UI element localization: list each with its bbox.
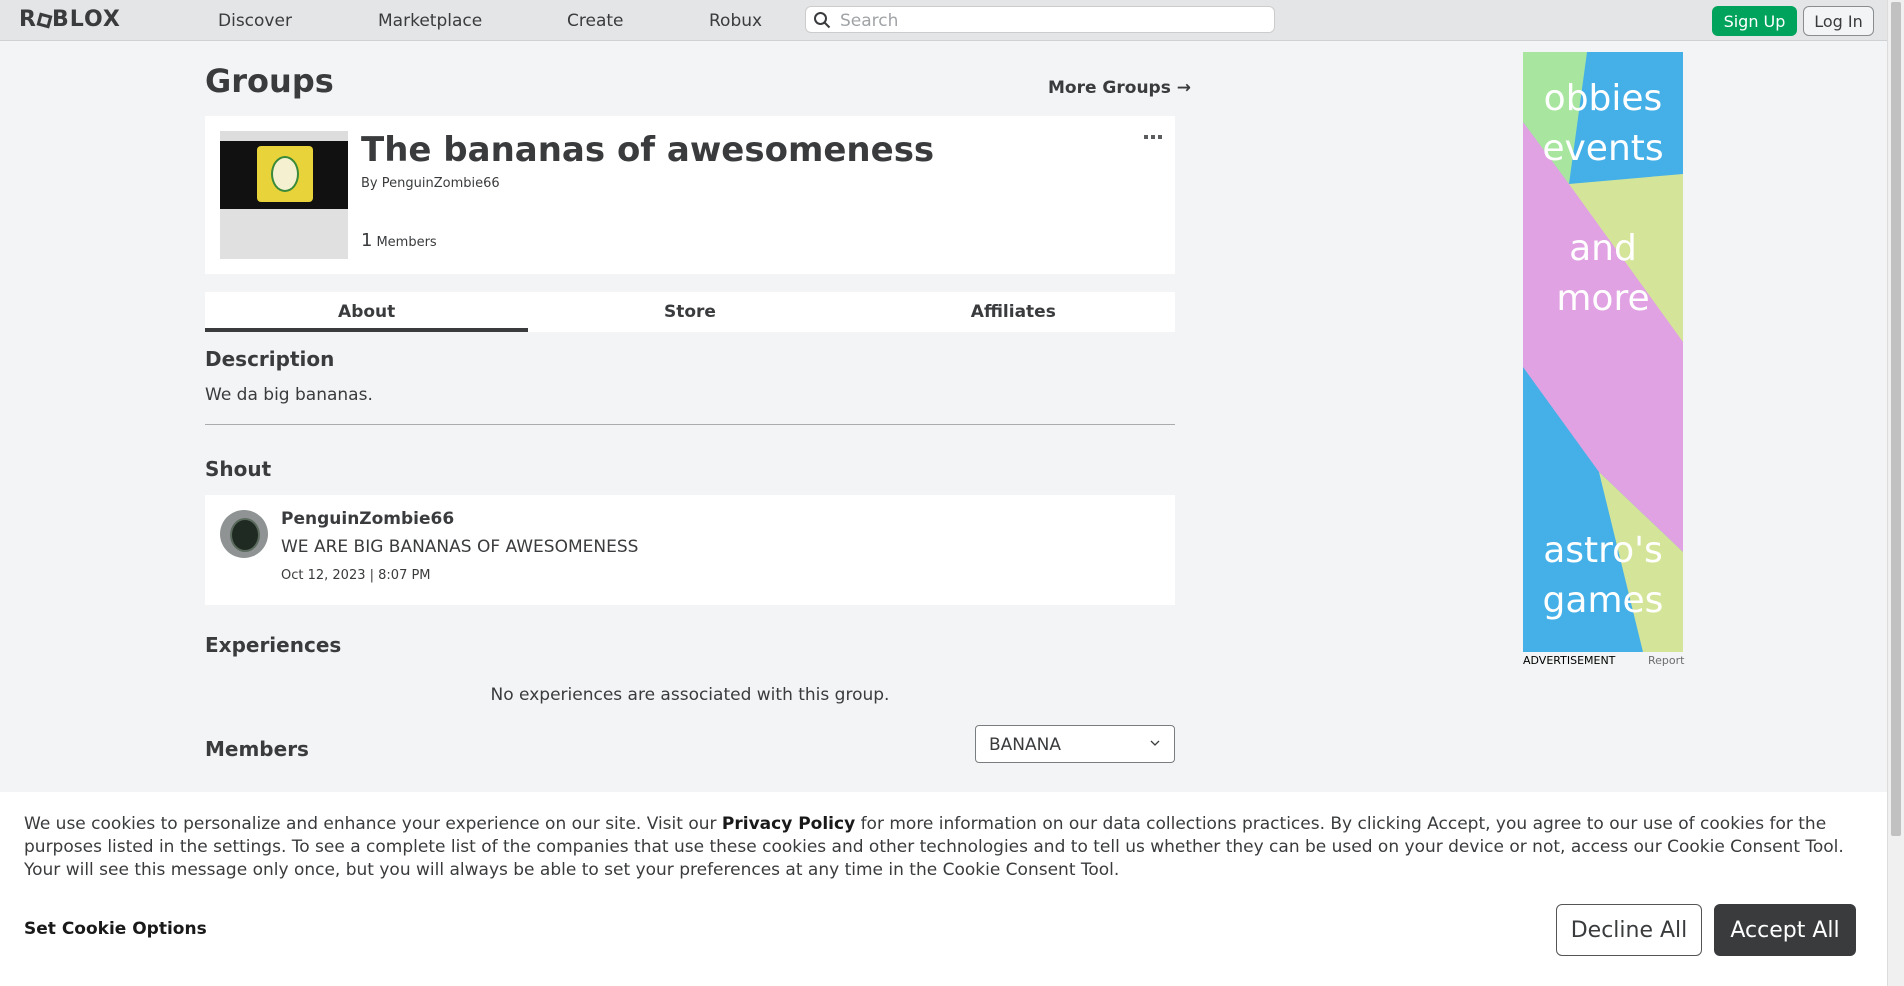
group-name: The bananas of awesomeness: [361, 130, 935, 170]
shout-timestamp: Oct 12, 2023 | 8:07 PM: [281, 568, 431, 583]
no-experiences-message: No experiences are associated with this …: [490, 685, 890, 705]
more-groups-link[interactable]: More Groups →: [1048, 78, 1191, 98]
member-count-label: Members: [376, 235, 437, 250]
ad-word-obbies: obbies: [1543, 78, 1663, 119]
page-scrollbar[interactable]: [1887, 0, 1904, 986]
nav-marketplace[interactable]: Marketplace: [378, 11, 482, 31]
chevron-down-icon: [1150, 740, 1160, 746]
top-navigation-bar: R BLOX Discover Marketplace Create Robux …: [0, 0, 1888, 41]
more-options-icon[interactable]: [1143, 134, 1163, 140]
accept-all-button[interactable]: Accept All: [1714, 904, 1856, 956]
role-selected-value: BANANA: [989, 735, 1061, 755]
log-in-button[interactable]: Log In: [1803, 6, 1874, 36]
shout-heading: Shout: [205, 457, 272, 481]
tab-about[interactable]: About: [205, 292, 529, 332]
group-owner-line: By PenguinZombie66: [361, 176, 500, 191]
shout-username-link[interactable]: PenguinZombie66: [281, 509, 454, 529]
cookie-message: We use cookies to personalize and enhanc…: [24, 813, 1864, 882]
more-groups-label: More Groups: [1048, 78, 1171, 98]
nav-robux[interactable]: Robux: [709, 11, 762, 31]
decline-all-button[interactable]: Decline All: [1556, 904, 1702, 956]
ad-word-and: and: [1569, 228, 1637, 269]
member-count: 1 Members: [361, 230, 437, 251]
group-owner-link[interactable]: PenguinZombie66: [382, 176, 500, 191]
search-box: [805, 6, 1275, 34]
section-divider: [205, 424, 1175, 425]
ad-word-more: more: [1556, 278, 1650, 319]
scrollbar-thumb[interactable]: [1891, 2, 1901, 836]
search-icon[interactable]: [813, 11, 831, 29]
advertisement-banner[interactable]: obbies events and more astro's games: [1523, 52, 1683, 652]
by-prefix: By: [361, 176, 378, 191]
avatar[interactable]: [220, 510, 268, 558]
description-text: We da big bananas.: [205, 385, 373, 405]
emblem-image: [220, 131, 348, 209]
ad-word-astros: astro's: [1543, 530, 1663, 571]
member-count-value: 1: [361, 230, 373, 251]
group-header-card: The bananas of awesomeness By PenguinZom…: [205, 116, 1175, 274]
cookie-text-before: We use cookies to personalize and enhanc…: [24, 814, 722, 834]
tab-affiliates[interactable]: Affiliates: [852, 292, 1175, 332]
tab-store[interactable]: Store: [528, 292, 851, 332]
sign-up-button[interactable]: Sign Up: [1712, 6, 1797, 36]
shout-message: WE ARE BIG BANANAS OF AWESOMENESS: [281, 537, 639, 557]
arrow-right-icon: →: [1176, 78, 1192, 98]
nav-discover[interactable]: Discover: [218, 11, 292, 31]
nav-create[interactable]: Create: [567, 11, 624, 31]
set-cookie-options-link[interactable]: Set Cookie Options: [24, 919, 207, 939]
group-emblem: [220, 131, 348, 259]
ad-word-events: events: [1542, 128, 1664, 169]
experiences-heading: Experiences: [205, 633, 342, 657]
privacy-policy-link[interactable]: Privacy Policy: [722, 814, 855, 834]
group-tabs: About Store Affiliates: [205, 292, 1175, 332]
page-title: Groups: [205, 62, 334, 100]
role-dropdown[interactable]: BANANA: [975, 725, 1175, 763]
description-heading: Description: [205, 347, 335, 371]
banana-emblem-art: [257, 146, 313, 202]
search-input[interactable]: [838, 7, 1262, 34]
shout-card: PenguinZombie66 WE ARE BIG BANANAS OF AW…: [205, 495, 1175, 605]
advertisement-label: ADVERTISEMENT: [1523, 654, 1616, 667]
members-heading: Members: [205, 737, 309, 761]
ad-word-games: games: [1542, 580, 1664, 621]
ad-report-link[interactable]: Report: [1648, 654, 1684, 667]
roblox-logo[interactable]: R BLOX: [19, 7, 121, 32]
cookie-consent-banner: We use cookies to personalize and enhanc…: [0, 792, 1888, 986]
